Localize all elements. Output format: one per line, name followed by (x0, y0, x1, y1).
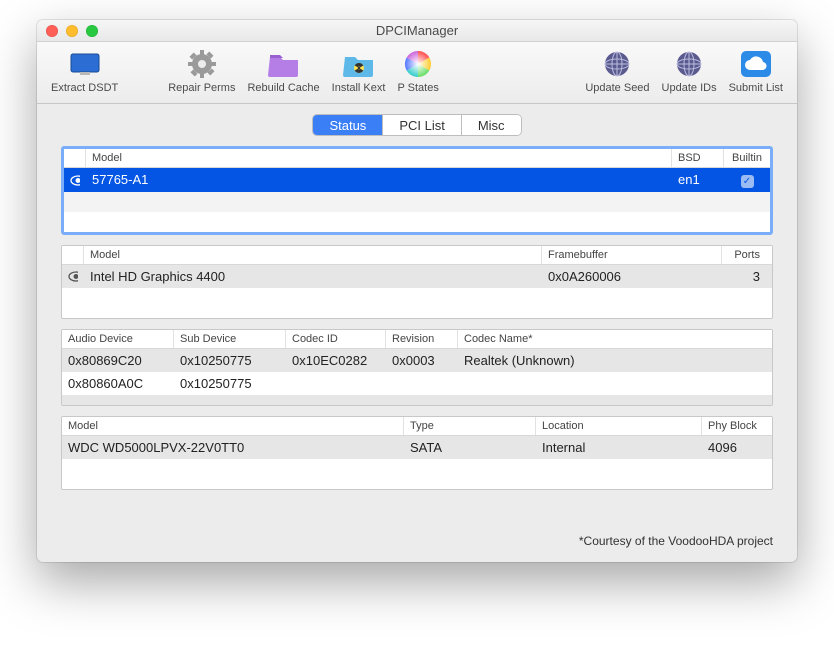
toolbar-right: Update Seed Update IDs Submit List (579, 48, 789, 94)
table-row (64, 212, 770, 232)
submit-list-button[interactable]: Submit List (723, 48, 789, 94)
table-header: Model Type Location Phy Block (62, 417, 772, 436)
table-header: Audio Device Sub Device Codec ID Revisio… (62, 330, 772, 349)
close-icon[interactable] (46, 25, 58, 37)
toolbar-left: Extract DSDT Repair Perms Rebuild Cache … (45, 48, 445, 94)
table-row[interactable]: Intel HD Graphics 4400 0x0A260006 3 (62, 265, 772, 288)
globe-icon (673, 48, 705, 80)
network-table[interactable]: Model BSD Builtin 57765-A1 en1 ✓ (61, 146, 773, 235)
table-row[interactable]: 0x80860A0C 0x10250775 (62, 372, 772, 395)
gear-icon (186, 48, 218, 80)
color-wheel-icon (402, 48, 434, 80)
graphics-table[interactable]: Model Framebuffer Ports Intel HD Graphic… (61, 245, 773, 319)
p-states-button[interactable]: P States (391, 48, 444, 94)
globe-icon (601, 48, 633, 80)
cloud-icon (740, 48, 772, 80)
radiation-icon (343, 48, 375, 80)
table-row (62, 395, 772, 405)
tab-pcilist[interactable]: PCI List (383, 115, 462, 135)
table-row (62, 308, 772, 318)
window-controls (37, 25, 98, 37)
table-row[interactable]: WDC WD5000LPVX-22V0TT0 SATA Internal 409… (62, 436, 772, 459)
titlebar: DPCIManager (37, 20, 797, 42)
tab-bar: Status PCI List Misc (312, 114, 521, 136)
toolbar: Extract DSDT Repair Perms Rebuild Cache … (37, 42, 797, 104)
builtin-checkbox: ✓ (724, 168, 770, 192)
table-row (62, 288, 772, 308)
update-ids-button[interactable]: Update IDs (656, 48, 723, 94)
audio-table[interactable]: Audio Device Sub Device Codec ID Revisio… (61, 329, 773, 406)
tab-misc[interactable]: Misc (462, 115, 521, 135)
rebuild-cache-button[interactable]: Rebuild Cache (241, 48, 325, 94)
table-row[interactable]: 57765-A1 en1 ✓ (64, 168, 770, 192)
zoom-icon[interactable] (86, 25, 98, 37)
footer-note: *Courtesy of the VoodooHDA project (61, 534, 773, 548)
eye-icon (64, 168, 86, 192)
storage-table[interactable]: Model Type Location Phy Block WDC WD5000… (61, 416, 773, 490)
eye-icon (62, 265, 84, 288)
update-seed-button[interactable]: Update Seed (579, 48, 655, 94)
table-row (62, 479, 772, 489)
extract-dsdt-button[interactable]: Extract DSDT (45, 48, 124, 94)
table-header: Model BSD Builtin (64, 149, 770, 168)
content-area: Status PCI List Misc Model BSD Builtin 5… (37, 104, 797, 562)
table-header: Model Framebuffer Ports (62, 246, 772, 265)
table-row[interactable]: 0x80869C20 0x10250775 0x10EC0282 0x0003 … (62, 349, 772, 372)
folder-icon (268, 48, 300, 80)
table-row (62, 459, 772, 479)
install-kext-button[interactable]: Install Kext (326, 48, 392, 94)
app-window: DPCIManager Extract DSDT Repair Perms (37, 20, 797, 562)
monitor-icon (69, 48, 101, 80)
table-row (64, 192, 770, 212)
tab-status[interactable]: Status (313, 115, 383, 135)
window-title: DPCIManager (37, 23, 797, 38)
repair-perms-button[interactable]: Repair Perms (162, 48, 241, 94)
minimize-icon[interactable] (66, 25, 78, 37)
